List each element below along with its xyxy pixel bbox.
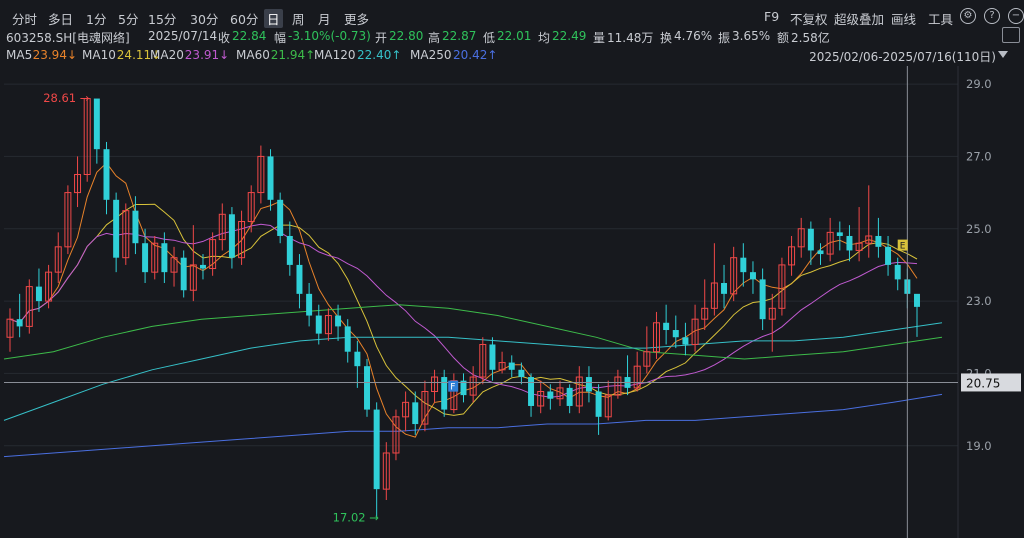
candle-body [721,283,728,294]
candle-body [489,344,496,370]
candle-body [315,315,322,334]
candle-body [228,214,235,258]
candle-body [885,246,892,265]
y-tick-label: 27.0 [966,149,992,163]
ma60-line [3,304,943,360]
candle-body [566,387,573,406]
y-tick-label: 29.0 [966,77,992,91]
candle-body [161,243,168,273]
candle-body [344,326,351,352]
candle-body [306,293,313,316]
candle-body [749,272,756,280]
candle-body [518,369,525,378]
max-price-label: 28.61 → [43,91,90,105]
candle-body [35,286,42,302]
candle-body [364,366,371,410]
candle-body [267,156,274,200]
candle-body [132,210,139,244]
candle-body [93,98,100,150]
marker-f: F [450,383,455,393]
candle-body [286,235,293,265]
candlestick-chart[interactable]: 29.027.025.023.021.019.020.7528.61 →17.0… [0,0,1024,538]
min-price-label: 17.02 → [333,510,380,524]
crosshair-price: 20.75 [966,376,1000,390]
candle-body [373,409,380,490]
candle-body [836,232,843,236]
y-tick-label: 23.0 [966,294,992,308]
candle-body [354,351,361,367]
candle-body [846,235,853,251]
candle-body [528,377,535,406]
candle-body [16,319,23,327]
candle-body [663,322,670,331]
candle-body [807,228,814,251]
candle-body [508,362,515,370]
candle-body [547,391,554,399]
candle-body [113,199,120,258]
candle-body [914,293,920,307]
candle-body [441,377,448,410]
candle-body [277,199,284,236]
marker-e: E [900,242,906,252]
candle-body [585,377,592,392]
candle-body [595,391,602,417]
candle-body [875,235,882,247]
candle-body [759,279,766,320]
candle-body [412,402,419,425]
candle-body [672,330,679,338]
candle-body [199,264,206,269]
y-tick-label: 19.0 [966,439,992,453]
candle-body [296,264,303,294]
candle-body [103,149,110,200]
candle-body [682,337,689,345]
candle-body [740,257,747,273]
candle-body [817,250,824,255]
candle-body [335,315,342,327]
candle-body [894,264,901,280]
candle-body [142,243,149,273]
ma250-line [3,393,943,458]
candle-body [180,257,187,291]
y-tick-label: 25.0 [966,222,992,236]
